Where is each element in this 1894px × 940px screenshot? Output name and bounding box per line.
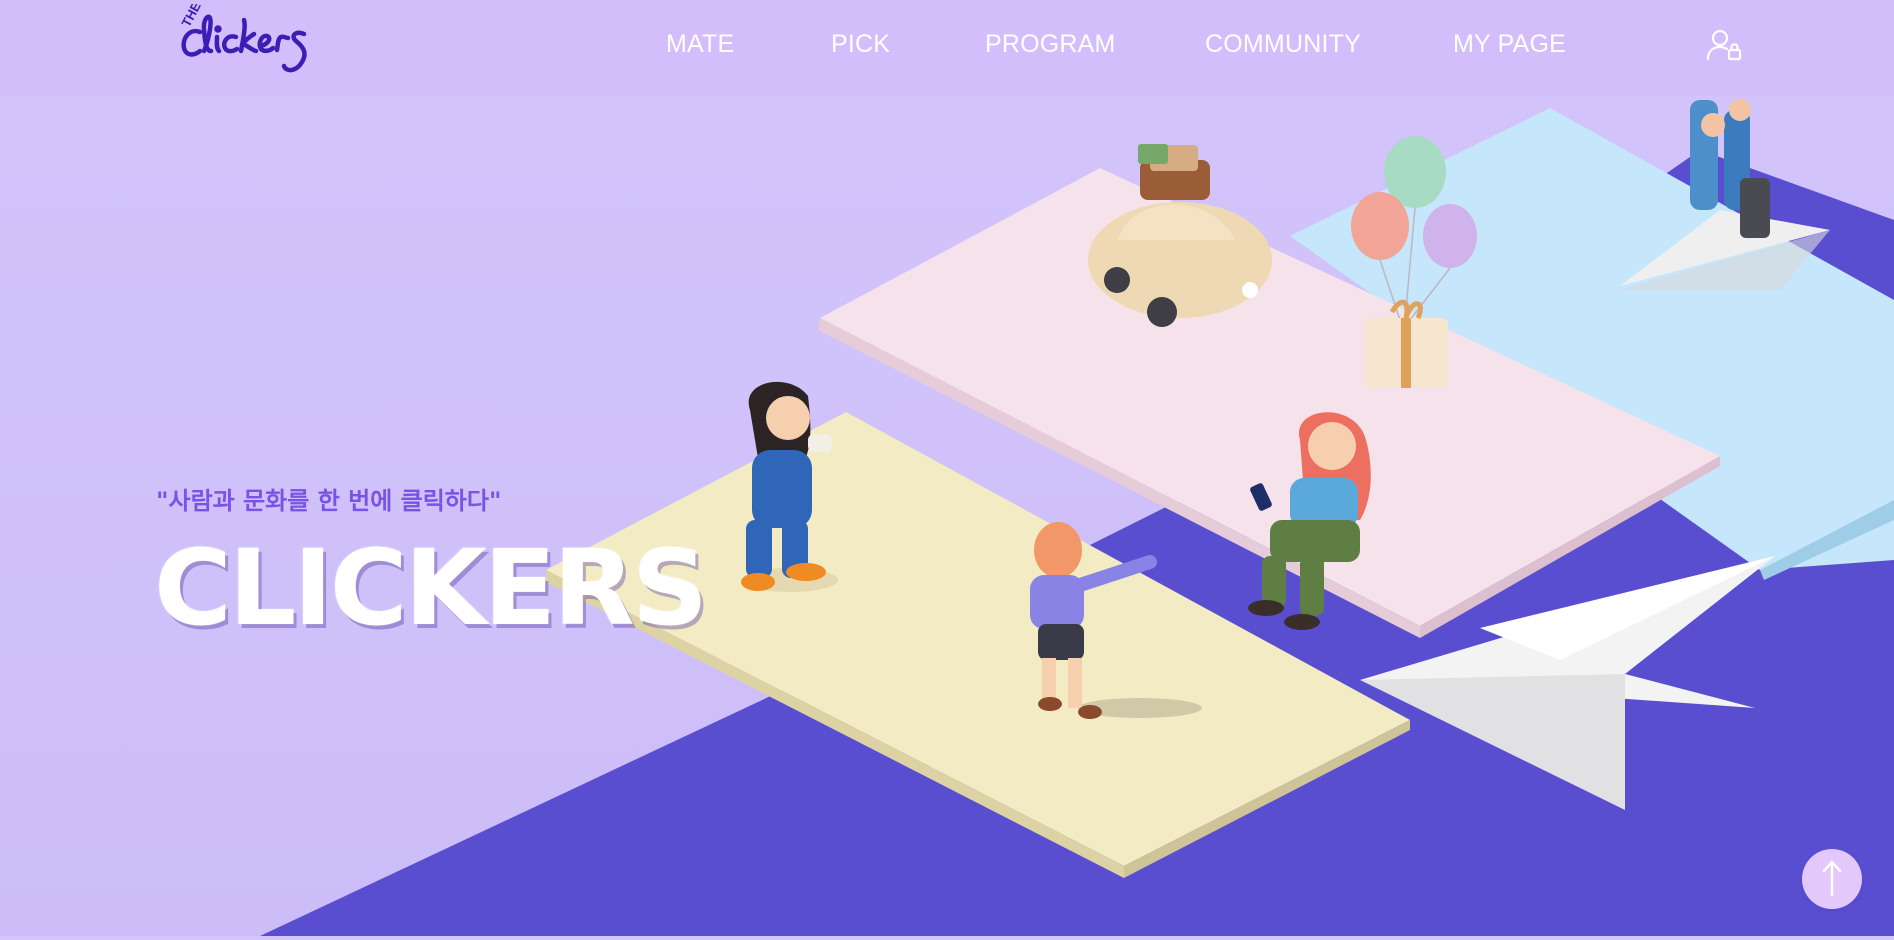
isometric-scene	[0, 96, 1894, 936]
nav-my-page[interactable]: MY PAGE	[1453, 30, 1566, 59]
nav-program[interactable]: PROGRAM	[985, 30, 1116, 59]
svg-text:THE: THE	[178, 4, 204, 29]
arrow-up-icon	[1822, 860, 1842, 897]
clickers-logo-icon: THE	[178, 0, 307, 73]
hero-brand-title: CLICKERS	[154, 527, 708, 649]
scroll-to-top-button[interactable]	[1802, 849, 1862, 909]
hero-tagline: "사람과 문화를 한 번에 클릭하다"	[156, 487, 502, 515]
nav-pick[interactable]: PICK	[831, 30, 890, 59]
site-header: THE MATE PICK PROGRAM COMMUNITY MY PAGE	[0, 0, 1894, 96]
user-lock-icon	[1706, 29, 1742, 61]
nav-mate[interactable]: MATE	[666, 30, 734, 59]
nav-community[interactable]: COMMUNITY	[1205, 30, 1361, 59]
site-logo[interactable]: THE	[178, 0, 332, 82]
user-account-button[interactable]	[1706, 28, 1742, 62]
hero-illustration: "사람과 문화를 한 번에 클릭하다" CLICKERS	[0, 96, 1894, 936]
